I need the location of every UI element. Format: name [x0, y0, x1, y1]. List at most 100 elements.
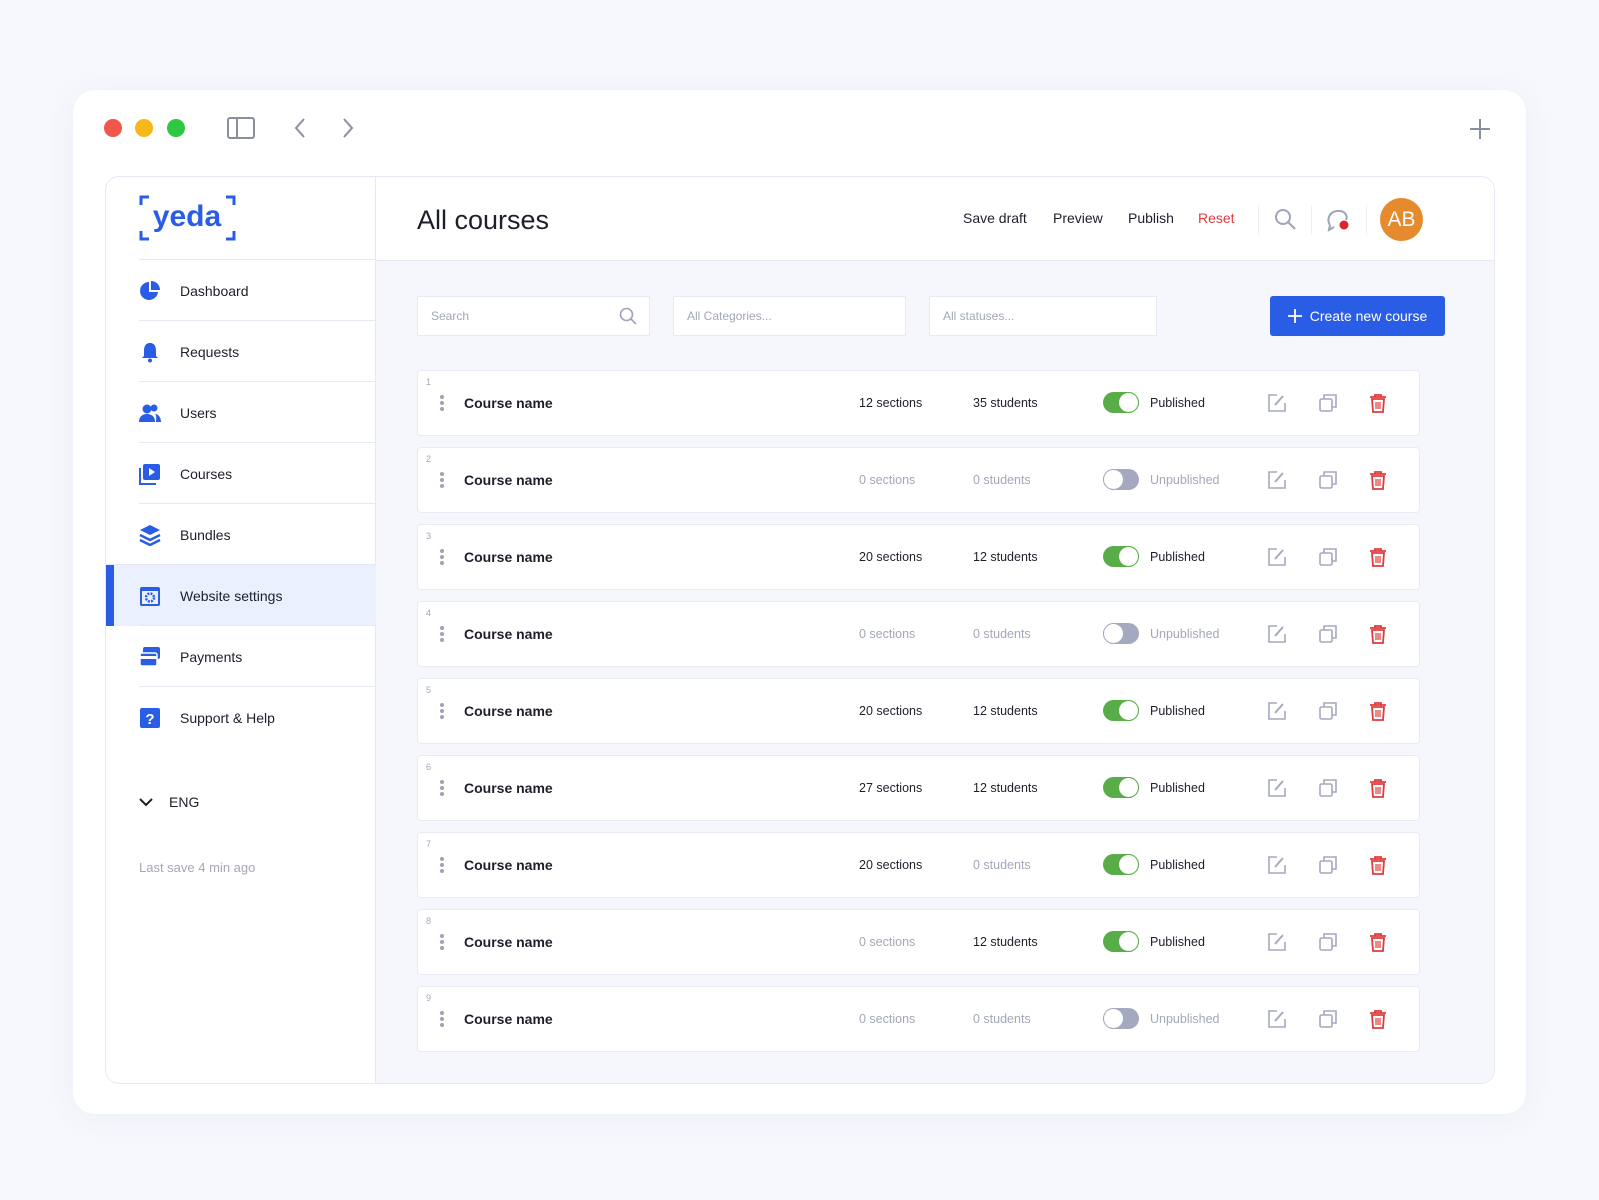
sidebar-item-requests[interactable]: Requests [139, 320, 376, 382]
maximize-window-button[interactable] [167, 119, 185, 137]
edit-icon[interactable] [1267, 855, 1287, 875]
yeda-logo[interactable]: yeda [139, 195, 236, 241]
students-count: 0 students [973, 858, 1031, 872]
new-tab-icon[interactable] [1469, 118, 1491, 140]
save-draft-button[interactable]: Save draft [963, 210, 1027, 226]
publish-toggle[interactable] [1103, 777, 1139, 798]
user-avatar[interactable]: AB [1380, 198, 1423, 241]
sections-count: 0 sections [859, 1012, 916, 1026]
create-new-course-button[interactable]: Create new course [1270, 296, 1445, 336]
sections-count: 12 sections [859, 396, 923, 410]
drag-handle-icon[interactable] [440, 703, 444, 721]
delete-icon[interactable] [1368, 932, 1388, 952]
close-window-button[interactable] [104, 119, 122, 137]
course-name[interactable]: Course name [464, 934, 553, 950]
drag-handle-icon[interactable] [440, 472, 444, 490]
delete-icon[interactable] [1368, 778, 1388, 798]
status-label: Published [1150, 396, 1205, 410]
duplicate-icon[interactable] [1318, 701, 1338, 721]
drag-handle-icon[interactable] [440, 934, 444, 952]
delete-icon[interactable] [1368, 393, 1388, 413]
course-row[interactable]: 7 Course name 20 sections 0 students Publish… [417, 832, 1420, 898]
sidebar-item-website-settings[interactable]: Website settings [106, 564, 376, 626]
publish-toggle[interactable] [1103, 623, 1139, 644]
duplicate-icon[interactable] [1318, 470, 1338, 490]
duplicate-icon[interactable] [1318, 1009, 1338, 1029]
duplicate-icon[interactable] [1318, 624, 1338, 644]
drag-handle-icon[interactable] [440, 780, 444, 798]
sidebar-item-support-help[interactable]: ? Support & Help [139, 686, 376, 748]
publish-button[interactable]: Publish [1128, 210, 1174, 226]
forward-icon[interactable] [341, 117, 355, 139]
edit-icon[interactable] [1267, 547, 1287, 567]
course-name[interactable]: Course name [464, 1011, 553, 1027]
publish-toggle[interactable] [1103, 1008, 1139, 1029]
course-row[interactable]: 1 Course name 12 sections 35 students Publis… [417, 370, 1420, 436]
edit-icon[interactable] [1267, 624, 1287, 644]
edit-icon[interactable] [1267, 932, 1287, 952]
course-row[interactable]: 5 Course name 20 sections 12 students Publis… [417, 678, 1420, 744]
categories-select[interactable]: All Categories... [673, 296, 906, 336]
drag-handle-icon[interactable] [440, 857, 444, 875]
sidebar-item-payments[interactable]: Payments [139, 625, 376, 687]
main-content: All courses Save draft Preview Publish R… [376, 177, 1494, 1083]
publish-toggle[interactable] [1103, 931, 1139, 952]
course-row[interactable]: 4 Course name 0 sections 0 students Unpublis… [417, 601, 1420, 667]
course-name[interactable]: Course name [464, 780, 553, 796]
course-name[interactable]: Course name [464, 472, 553, 488]
delete-icon[interactable] [1368, 470, 1388, 490]
course-row[interactable]: 2 Course name 0 sections 0 students Unpublis… [417, 447, 1420, 513]
sidebar-item-courses[interactable]: Courses [139, 442, 376, 504]
drag-handle-icon[interactable] [440, 549, 444, 567]
pie-chart-icon [139, 280, 161, 302]
edit-icon[interactable] [1267, 393, 1287, 413]
course-name[interactable]: Course name [464, 626, 553, 642]
edit-icon[interactable] [1267, 1009, 1287, 1029]
publish-toggle[interactable] [1103, 700, 1139, 721]
publish-toggle[interactable] [1103, 854, 1139, 875]
sections-count: 27 sections [859, 781, 923, 795]
sidebar-item-dashboard[interactable]: Dashboard [139, 259, 376, 321]
delete-icon[interactable] [1368, 1009, 1388, 1029]
course-row[interactable]: 8 Course name 0 sections 12 students Publish… [417, 909, 1420, 975]
sidebar-toggle-icon[interactable] [227, 116, 255, 140]
sections-count: 0 sections [859, 627, 916, 641]
back-icon[interactable] [293, 117, 307, 139]
status-label: Published [1150, 858, 1205, 872]
drag-handle-icon[interactable] [440, 395, 444, 413]
course-row[interactable]: 6 Course name 27 sections 12 students Publis… [417, 755, 1420, 821]
course-name[interactable]: Course name [464, 395, 553, 411]
course-name[interactable]: Course name [464, 703, 553, 719]
search-input[interactable]: Search [417, 296, 650, 336]
course-name[interactable]: Course name [464, 857, 553, 873]
duplicate-icon[interactable] [1318, 778, 1338, 798]
edit-icon[interactable] [1267, 778, 1287, 798]
publish-toggle[interactable] [1103, 392, 1139, 413]
preview-button[interactable]: Preview [1053, 210, 1103, 226]
statuses-select[interactable]: All statuses... [929, 296, 1157, 336]
delete-icon[interactable] [1368, 855, 1388, 875]
reset-button[interactable]: Reset [1198, 210, 1235, 226]
language-selector[interactable]: ENG [139, 794, 199, 810]
publish-toggle[interactable] [1103, 546, 1139, 567]
duplicate-icon[interactable] [1318, 855, 1338, 875]
course-row[interactable]: 9 Course name 0 sections 0 students Unpublis… [417, 986, 1420, 1052]
delete-icon[interactable] [1368, 624, 1388, 644]
sidebar-item-users[interactable]: Users [139, 381, 376, 443]
duplicate-icon[interactable] [1318, 932, 1338, 952]
sidebar-item-bundles[interactable]: Bundles [139, 503, 376, 565]
drag-handle-icon[interactable] [440, 1011, 444, 1029]
delete-icon[interactable] [1368, 547, 1388, 567]
search-icon[interactable] [1273, 207, 1297, 231]
duplicate-icon[interactable] [1318, 393, 1338, 413]
minimize-window-button[interactable] [135, 119, 153, 137]
course-row[interactable]: 3 Course name 20 sections 12 students Publis… [417, 524, 1420, 590]
delete-icon[interactable] [1368, 701, 1388, 721]
duplicate-icon[interactable] [1318, 547, 1338, 567]
notifications-chat-icon[interactable] [1326, 207, 1352, 233]
edit-icon[interactable] [1267, 701, 1287, 721]
edit-icon[interactable] [1267, 470, 1287, 490]
course-name[interactable]: Course name [464, 549, 553, 565]
publish-toggle[interactable] [1103, 469, 1139, 490]
drag-handle-icon[interactable] [440, 626, 444, 644]
